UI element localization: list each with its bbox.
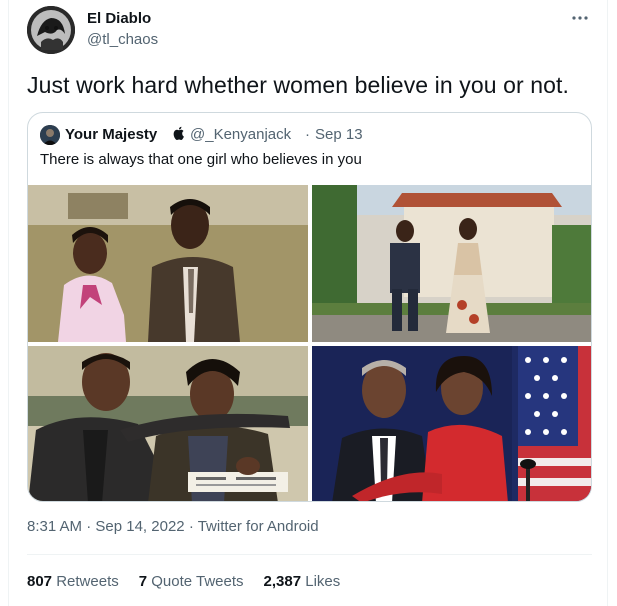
quoted-author-name[interactable]: Your Majesty: [65, 126, 157, 143]
author-handle[interactable]: @tl_chaos: [87, 31, 158, 48]
quote-tweets-stat[interactable]: 7 Quote Tweets: [139, 573, 244, 590]
quote-tweets-label: Quote Tweets: [151, 573, 244, 590]
apple-icon: [173, 126, 185, 140]
quoted-tweet[interactable]: Your Majesty @_Kenyanjack · Sep 13 There…: [27, 112, 592, 502]
quoted-author-handle[interactable]: @_Kenyanjack: [190, 126, 291, 143]
likes-stat[interactable]: 2,387 Likes: [264, 573, 341, 590]
retweets-count: 807: [27, 573, 53, 590]
divider: [27, 554, 592, 555]
author-name[interactable]: El Diablo: [87, 10, 151, 27]
photo-couple-vintage-1[interactable]: [28, 185, 308, 342]
likes-count: 2,387: [263, 573, 302, 590]
tweet-stats: 807 Retweets 7 Quote Tweets 2,387 Likes: [27, 573, 340, 590]
photo-couple-flag[interactable]: [312, 346, 591, 501]
tweet-meta: 8:31 AM · Sep 14, 2022 · Twitter for And…: [27, 518, 319, 535]
tweet-text: Just work hard whether women believe in …: [27, 72, 570, 98]
quoted-media-grid: [28, 185, 591, 501]
photo-couple-vintage-2[interactable]: [28, 346, 308, 501]
photo-couple-walking[interactable]: [312, 185, 591, 342]
quoted-text: There is always that one girl who believ…: [40, 151, 362, 168]
retweets-stat[interactable]: 807 Retweets: [27, 573, 119, 590]
tweet-time[interactable]: 8:31 AM: [27, 518, 82, 535]
quoted-date[interactable]: Sep 13: [315, 126, 363, 143]
meta-separator: ·: [188, 518, 194, 535]
meta-separator: ·: [86, 518, 92, 535]
tweet-card: El Diablo @tl_chaos Just work hard wheth…: [8, 0, 608, 606]
quoted-separator: ·: [305, 126, 310, 143]
tweet-source[interactable]: Twitter for Android: [198, 518, 319, 535]
likes-label: Likes: [305, 573, 341, 590]
tweet-date[interactable]: Sep 14, 2022: [95, 518, 184, 535]
retweets-label: Retweets: [56, 573, 119, 590]
quoted-author-avatar[interactable]: [40, 125, 60, 145]
quote-tweets-count: 7: [138, 573, 148, 590]
author-avatar[interactable]: [27, 6, 75, 54]
more-options-icon[interactable]: [565, 6, 595, 30]
